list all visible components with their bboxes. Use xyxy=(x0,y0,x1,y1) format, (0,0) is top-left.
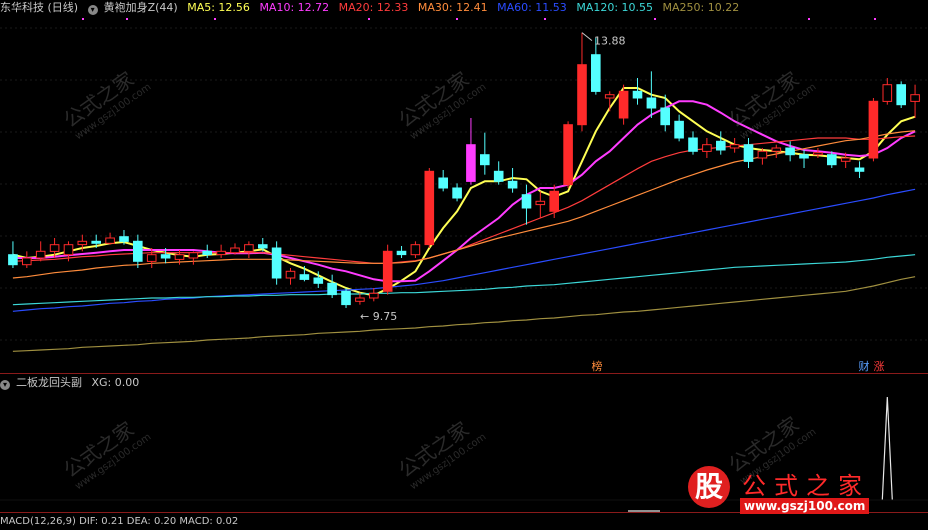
candle-body xyxy=(493,170,504,182)
candle-body xyxy=(632,90,643,99)
top-marker xyxy=(456,18,458,20)
candle-body xyxy=(868,100,879,159)
candle-body xyxy=(604,94,615,99)
top-marker xyxy=(126,18,128,20)
candle-body xyxy=(716,140,726,151)
candle-body xyxy=(840,157,851,162)
candle-body xyxy=(35,250,46,259)
ma-line-ma250 xyxy=(12,276,916,352)
candle-body xyxy=(466,144,476,182)
candle-body xyxy=(535,200,546,206)
candle-body xyxy=(591,54,601,92)
candle-body xyxy=(146,254,157,262)
candle-body xyxy=(174,254,185,260)
candle-body xyxy=(688,137,698,152)
xg-value: XG: 0.00 xyxy=(91,376,140,389)
candle-body xyxy=(8,254,18,266)
sub-indicator-name: 二板龙回头副 xyxy=(16,376,82,389)
candle-body xyxy=(854,167,865,172)
site-brand-logo: 股 公式之家 www.gszj100.com xyxy=(686,462,922,520)
candle-body xyxy=(49,244,60,252)
tag-bang[interactable]: 榜 xyxy=(590,360,604,374)
brand-url: www.gszj100.com xyxy=(740,498,870,514)
high-pointer xyxy=(581,32,593,42)
candle-body xyxy=(119,236,129,242)
candle-body xyxy=(910,94,920,102)
macd-header: MACD(12,26,9) DIF: 0.21 DEA: 0.20 MACD: … xyxy=(0,514,244,530)
top-marker xyxy=(544,18,546,20)
candle-body xyxy=(91,240,102,244)
candle-body xyxy=(785,147,795,156)
candle-body xyxy=(382,250,393,292)
candle-body xyxy=(424,170,435,246)
candle-body xyxy=(896,84,907,106)
candle-body xyxy=(313,277,324,284)
candle-body xyxy=(757,150,768,159)
top-marker xyxy=(808,18,810,20)
candle-body xyxy=(702,144,712,152)
brand-glyph: 股 xyxy=(688,466,730,508)
candle-body xyxy=(729,144,740,149)
candle-body xyxy=(743,144,754,162)
candle-body xyxy=(285,270,296,279)
candle-body xyxy=(396,250,407,256)
candle-body xyxy=(618,90,629,119)
candle-body xyxy=(202,250,212,256)
candle-body xyxy=(22,257,32,266)
candle-body xyxy=(646,97,657,109)
candle-body xyxy=(341,290,351,306)
candle-body xyxy=(133,240,143,262)
candle-body xyxy=(160,254,171,259)
candle-body xyxy=(438,177,448,189)
candle-body xyxy=(63,244,74,256)
candle-body xyxy=(355,297,365,302)
candle-body xyxy=(771,147,782,152)
sub-chart-header: ▾ 二板龙回头副 XG: 0.00 xyxy=(0,375,145,391)
candle-body xyxy=(105,237,115,244)
candle-body xyxy=(244,244,254,252)
tag-cai[interactable]: 财 xyxy=(857,360,871,374)
candle-body xyxy=(216,250,226,256)
candle-body xyxy=(410,244,421,256)
candle-body xyxy=(452,187,462,199)
candle-body xyxy=(882,84,893,102)
candle-body xyxy=(327,282,337,296)
top-marker xyxy=(874,18,876,20)
candle-body xyxy=(577,64,587,126)
top-marker xyxy=(654,18,656,20)
candle-body xyxy=(827,154,837,166)
high-label: 13.88 xyxy=(594,35,626,48)
candle-body xyxy=(799,154,809,159)
candle-body xyxy=(507,180,518,189)
low-label: ← 9.75 xyxy=(360,310,397,323)
candle-body xyxy=(188,252,199,259)
candle-body xyxy=(299,274,310,280)
candle-body xyxy=(230,247,240,254)
candle-body xyxy=(549,190,560,212)
candle-body xyxy=(521,194,532,209)
candle-body xyxy=(77,240,88,246)
candle-body xyxy=(660,107,671,126)
candle-body xyxy=(369,292,379,299)
candle-body xyxy=(258,244,268,249)
candle-body xyxy=(480,154,490,166)
candle-body xyxy=(674,120,684,139)
top-marker xyxy=(368,18,370,20)
candle-body xyxy=(563,124,573,186)
top-marker xyxy=(214,18,216,20)
brand-name: 公式之家 xyxy=(742,472,870,500)
candle-body xyxy=(813,152,823,156)
collapse-icon[interactable]: ▾ xyxy=(0,380,10,390)
candle-body xyxy=(271,247,282,279)
top-marker xyxy=(82,18,84,20)
tag-zhang[interactable]: 涨 xyxy=(872,360,886,374)
